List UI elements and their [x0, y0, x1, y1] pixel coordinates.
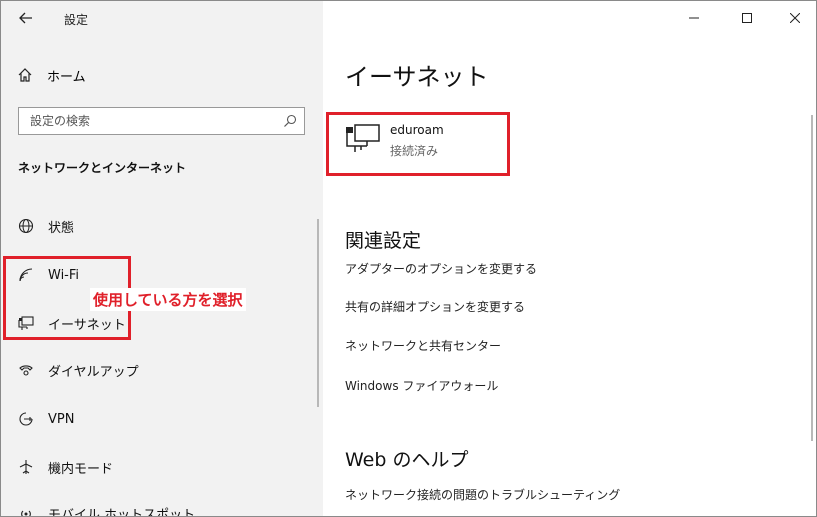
close-button[interactable] — [772, 1, 816, 35]
sidebar-item-label: VPN — [48, 411, 75, 427]
sidebar-item-label: ホーム — [47, 69, 86, 85]
annotation-text: 使用している方を選択 — [90, 288, 246, 311]
section-title: ネットワークとインターネット — [18, 161, 187, 175]
home-icon — [18, 68, 32, 82]
highlight-box-connection — [326, 112, 510, 176]
hotspot-icon — [17, 504, 35, 516]
minimize-button[interactable] — [671, 1, 717, 35]
sidebar-item-status[interactable]: 状態 — [17, 214, 74, 238]
search-icon[interactable] — [283, 114, 297, 128]
search-box — [18, 107, 305, 135]
link-windows-firewall[interactable]: Windows ファイアウォール — [345, 377, 498, 394]
sidebar-item-label: 機内モード — [48, 461, 114, 477]
sidebar-item-airplane-mode[interactable]: 機内モード — [17, 455, 113, 479]
main-pane: イーサネット eduroam 接続済み 関連設定 アダプターのオプションを変更す… — [323, 1, 816, 516]
search-input[interactable] — [19, 108, 269, 134]
close-icon — [790, 13, 800, 23]
link-advanced-sharing[interactable]: 共有の詳細オプションを変更する — [345, 298, 525, 315]
app-title: 設定 — [64, 13, 89, 27]
back-arrow-icon — [19, 12, 32, 24]
sidebar-item-vpn[interactable]: VPN — [17, 407, 74, 431]
back-button[interactable] — [11, 5, 41, 31]
main-scrollbar[interactable] — [811, 115, 813, 441]
page-title: イーサネット — [345, 63, 489, 91]
settings-window: 設定 ホーム ネットワークとインターネット 状態 Wi-Fi — [0, 0, 817, 517]
airplane-icon — [17, 458, 35, 476]
maximize-button[interactable] — [724, 1, 770, 35]
sidebar-item-label: 状態 — [48, 220, 75, 236]
sidebar-item-dialup[interactable]: ダイヤルアップ — [17, 358, 139, 382]
related-settings-title: 関連設定 — [345, 230, 422, 252]
dialup-icon — [17, 361, 35, 379]
sidebar-scrollbar[interactable] — [317, 219, 319, 407]
link-troubleshoot[interactable]: ネットワーク接続の問題のトラブルシューティング — [345, 486, 620, 503]
web-help-title: Web のヘルプ — [345, 449, 469, 471]
sidebar-item-label: ダイヤルアップ — [48, 364, 139, 380]
sidebar-item-label: モバイル ホットスポット — [48, 507, 196, 517]
minimize-icon — [689, 17, 699, 19]
maximize-icon — [742, 13, 752, 23]
vpn-icon — [17, 410, 35, 428]
sidebar-item-home[interactable]: ホーム — [17, 63, 86, 87]
sidebar-item-mobile-hotspot[interactable]: モバイル ホットスポット — [17, 501, 196, 517]
globe-icon — [17, 217, 35, 235]
link-network-sharing-center[interactable]: ネットワークと共有センター — [345, 337, 501, 354]
link-adapter-options[interactable]: アダプターのオプションを変更する — [345, 260, 537, 277]
